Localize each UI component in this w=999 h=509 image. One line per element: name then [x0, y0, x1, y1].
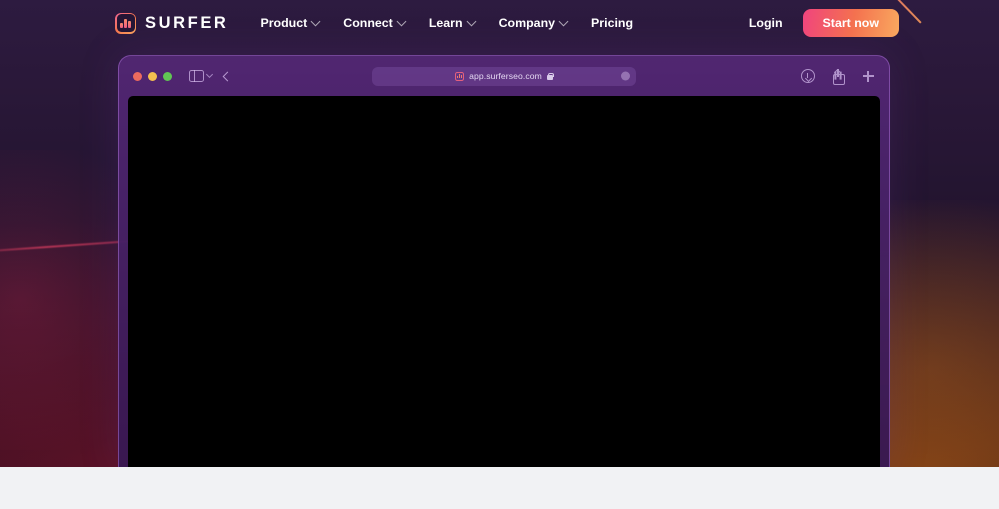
- share-icon[interactable]: [831, 69, 846, 85]
- chevron-down-icon: [466, 16, 477, 26]
- chevron-down-icon: [396, 16, 407, 26]
- address-bar-content: app.surferseo.com: [455, 71, 554, 81]
- browser-toolbar: app.surferseo.com: [119, 56, 889, 96]
- chevron-down-icon: [310, 16, 321, 26]
- nav-item-connect[interactable]: Connect: [331, 10, 417, 36]
- nav-label-learn: Learn: [428, 16, 463, 30]
- browser-mockup-window: app.surferseo.com: [118, 55, 890, 467]
- main-navbar: SURFER Product Connect Learn Company Pri…: [0, 0, 999, 46]
- start-now-button[interactable]: Start now: [802, 9, 899, 37]
- nav-item-learn[interactable]: Learn: [417, 10, 487, 36]
- minimize-window-icon[interactable]: [148, 71, 157, 81]
- browser-toolbar-actions: [801, 69, 875, 85]
- window-traffic-lights: [133, 71, 172, 81]
- browser-address-bar[interactable]: app.surferseo.com: [372, 66, 636, 86]
- download-icon[interactable]: [801, 69, 815, 83]
- nav-label-product: Product: [260, 16, 308, 30]
- lock-icon: [546, 72, 554, 80]
- brand-name: SURFER: [145, 13, 229, 32]
- page-root: Start now Surfer Explained SURFER: [0, 0, 999, 509]
- sidebar-toggle-button[interactable]: [189, 69, 214, 82]
- surfer-favicon-icon: [455, 71, 465, 81]
- navbar-actions: Login Start now: [745, 9, 899, 37]
- login-link[interactable]: Login: [745, 10, 787, 36]
- nav-item-product[interactable]: Product: [248, 10, 331, 36]
- nav-label-pricing: Pricing: [591, 16, 634, 30]
- sidebar-panel-icon: [189, 69, 204, 82]
- brand-logo-link[interactable]: SURFER: [115, 12, 229, 34]
- primary-nav: Product Connect Learn Company Pricing: [248, 10, 645, 36]
- browser-back-button[interactable]: [222, 71, 233, 81]
- address-bar-url: app.surferseo.com: [469, 71, 542, 81]
- nav-item-company[interactable]: Company: [487, 10, 579, 36]
- page-below-fold: [0, 467, 999, 509]
- plus-icon[interactable]: [861, 69, 875, 83]
- close-window-icon[interactable]: [133, 71, 142, 81]
- chevron-down-icon: [205, 70, 214, 78]
- nav-label-company: Company: [498, 16, 556, 30]
- nav-item-pricing[interactable]: Pricing: [579, 10, 645, 36]
- chevron-down-icon: [558, 16, 569, 26]
- hero-section: Start now Surfer Explained SURFER: [0, 0, 999, 467]
- chevron-left-icon: [222, 71, 233, 81]
- reader-mode-icon[interactable]: [621, 71, 630, 81]
- browser-viewport[interactable]: [128, 96, 880, 467]
- nav-label-connect: Connect: [343, 16, 393, 30]
- maximize-window-icon[interactable]: [163, 71, 172, 81]
- surfer-bar-chart-logo-icon: [115, 12, 136, 34]
